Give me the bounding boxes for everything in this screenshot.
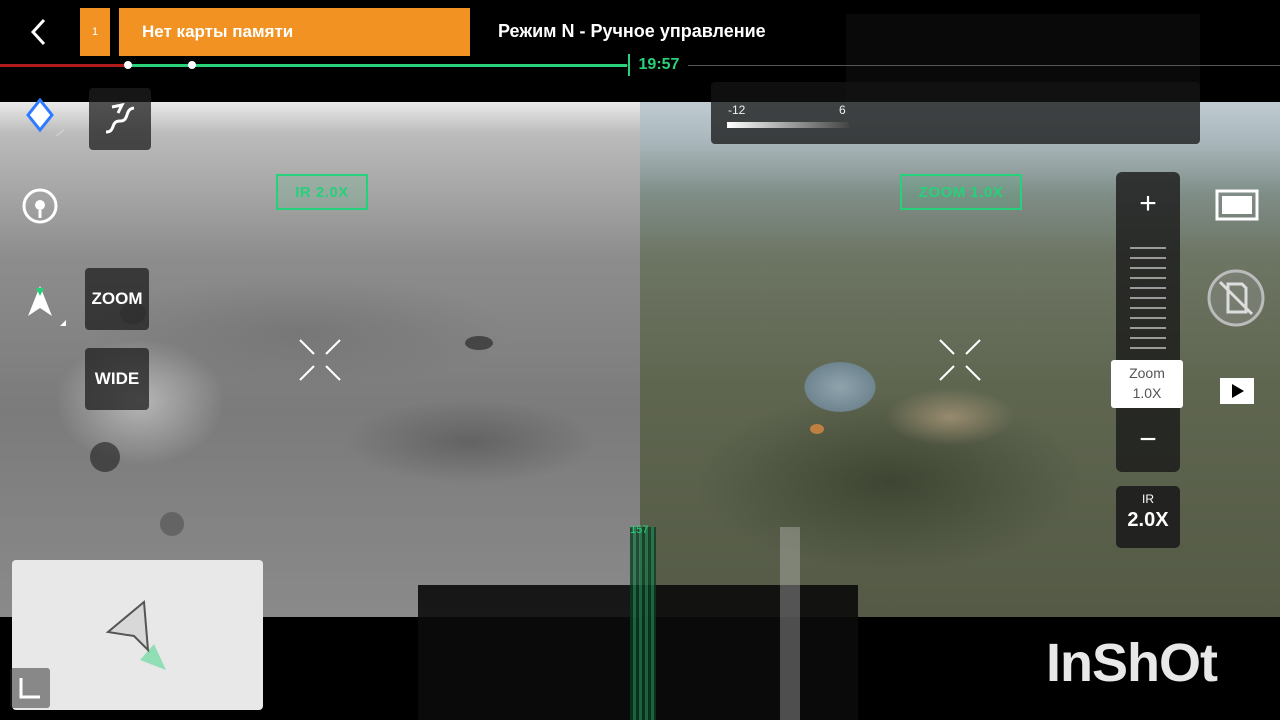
minimap-expand-button[interactable] [10,668,50,708]
path-route-icon [105,102,135,134]
no-sd-card-icon[interactable] [1206,268,1266,328]
timeline-time: 19:57 [628,54,688,76]
timeline-start-segment [0,64,126,67]
zoom-out-button[interactable]: − [1116,408,1180,472]
flight-mode-title: Режим N - Ручное управление [498,21,766,41]
exposure-scale [727,122,849,128]
watermark-logo: InShOt [1046,633,1218,693]
crosshair-icon [299,339,341,381]
video-glitch-green [630,527,656,720]
zoom-scale [1130,247,1166,357]
playback-icon[interactable] [1218,376,1256,406]
back-button[interactable] [24,14,56,50]
zoom-level-label: Zoom [1129,365,1165,381]
ir-zoom-value: 2.0X [1127,509,1169,531]
zoom-tag: ZOOM 1.0X [900,174,1022,210]
glitch-number: 157 [630,524,649,536]
zoom-in-button[interactable]: + [1116,172,1180,236]
zoom-level-value: 1.0X [1132,385,1162,401]
ir-zoom-label: IR [1142,492,1154,506]
corner-bracket-icon [19,678,40,699]
aircraft-direction-icon[interactable] [22,280,70,328]
warning-banner[interactable]: Нет карты памяти [119,8,470,56]
ir-zoom-tag: IR 2.0X [276,174,368,210]
target-icon[interactable] [20,186,60,226]
warning-counter[interactable]: 1 [80,8,110,56]
timeline-marker[interactable] [124,61,132,69]
timeline-elapsed [126,64,627,67]
path-route-button[interactable] [89,88,151,150]
aircraft-heading-icon [105,600,166,670]
screen-frame-icon[interactable] [1214,188,1260,222]
ir-zoom-button[interactable]: IR 2.0X [1116,486,1180,548]
video-glitch-light [780,527,800,720]
zoom-mode-button[interactable]: ZOOM [85,268,149,330]
chevron-left-icon [30,18,46,46]
crosshair-icon [939,339,981,381]
exposure-min-label: -12 [728,103,746,117]
wide-mode-button[interactable]: WIDE [85,348,149,410]
zoom-level-indicator: Zoom 1.0X [1111,360,1183,408]
zoom-slider[interactable]: + − [1116,172,1180,472]
diamond-location-icon[interactable] [24,96,66,142]
exposure-panel: -12 6 [711,82,1200,144]
exposure-max-label: 6 [839,103,846,117]
timeline-marker[interactable] [188,61,196,69]
